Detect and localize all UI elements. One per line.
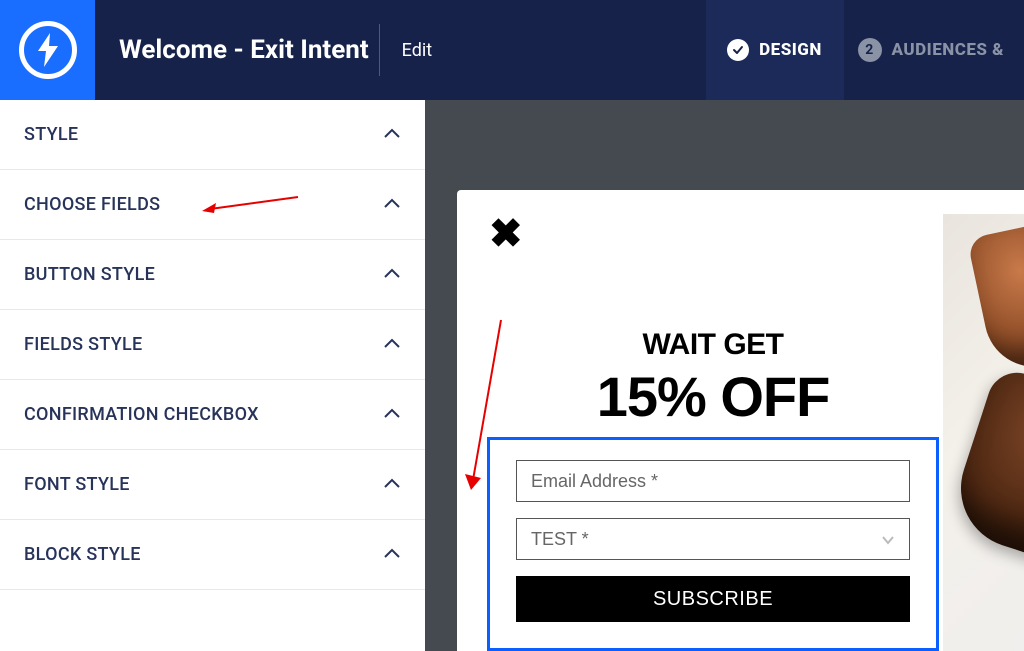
page-title: Welcome - Exit Intent xyxy=(119,35,369,65)
chevron-up-icon xyxy=(383,475,401,494)
edit-link[interactable]: Edit xyxy=(402,40,432,61)
chevron-down-icon xyxy=(881,529,895,550)
sidebar-item-style[interactable]: STYLE xyxy=(0,100,425,170)
step-audiences-tab[interactable]: 2 AUDIENCES & xyxy=(844,0,1024,100)
chevron-up-icon xyxy=(383,335,401,354)
modal-image xyxy=(943,214,1024,651)
sidebar-item-fields-style[interactable]: FIELDS STYLE xyxy=(0,310,425,380)
headline-small: WAIT GET xyxy=(483,328,943,362)
headline-big: 15% OFF xyxy=(483,364,943,429)
sidebar-item-label: FIELDS STYLE xyxy=(24,334,143,355)
sidebar-item-label: BUTTON STYLE xyxy=(24,264,155,285)
email-field[interactable]: Email Address * xyxy=(516,460,910,502)
app-logo[interactable] xyxy=(0,0,95,100)
app-header: Welcome - Exit Intent Edit DESIGN 2 AUDI… xyxy=(0,0,1024,100)
popup-modal: ✖ WAIT GET 15% OFF Email Address * TEST … xyxy=(457,190,1024,651)
step-number-badge: 2 xyxy=(858,38,882,62)
form-block[interactable]: Email Address * TEST * SUBSCRIBE xyxy=(487,437,939,651)
divider xyxy=(379,24,380,76)
sidebar-item-label: BLOCK STYLE xyxy=(24,544,141,565)
chevron-up-icon xyxy=(383,405,401,424)
title-area: Welcome - Exit Intent Edit xyxy=(95,0,456,100)
chevron-up-icon xyxy=(383,195,401,214)
chevron-up-icon xyxy=(383,125,401,144)
step-design-label: DESIGN xyxy=(759,40,822,60)
sidebar-item-confirmation-checkbox[interactable]: CONFIRMATION CHECKBOX xyxy=(0,380,425,450)
close-icon[interactable]: ✖ xyxy=(489,214,523,254)
modal-content: ✖ WAIT GET 15% OFF Email Address * TEST … xyxy=(483,214,943,651)
preview-canvas: ✖ WAIT GET 15% OFF Email Address * TEST … xyxy=(425,100,1024,651)
sidebar: STYLE CHOOSE FIELDS BUTTON STYLE FIELDS … xyxy=(0,100,425,651)
select-label: TEST * xyxy=(531,529,589,550)
sidebar-item-block-style[interactable]: BLOCK STYLE xyxy=(0,520,425,590)
chevron-up-icon xyxy=(383,265,401,284)
check-icon xyxy=(727,39,749,61)
test-select[interactable]: TEST * xyxy=(516,518,910,560)
chevron-up-icon xyxy=(383,545,401,564)
sidebar-item-label: CHOOSE FIELDS xyxy=(24,194,160,215)
step-design-tab[interactable]: DESIGN xyxy=(706,0,844,100)
subscribe-button[interactable]: SUBSCRIBE xyxy=(516,576,910,622)
sidebar-item-label: CONFIRMATION CHECKBOX xyxy=(24,404,259,425)
sidebar-item-label: STYLE xyxy=(24,124,78,145)
sidebar-item-label: FONT STYLE xyxy=(24,474,130,495)
email-placeholder: Email Address * xyxy=(531,471,658,492)
sidebar-item-choose-fields[interactable]: CHOOSE FIELDS xyxy=(0,170,425,240)
sidebar-item-button-style[interactable]: BUTTON STYLE xyxy=(0,240,425,310)
bolt-logo-icon xyxy=(19,21,77,79)
annotation-arrow-icon xyxy=(200,170,300,239)
step-audiences-label: AUDIENCES & xyxy=(892,40,1004,60)
sidebar-item-font-style[interactable]: FONT STYLE xyxy=(0,450,425,520)
body: STYLE CHOOSE FIELDS BUTTON STYLE FIELDS … xyxy=(0,100,1024,651)
